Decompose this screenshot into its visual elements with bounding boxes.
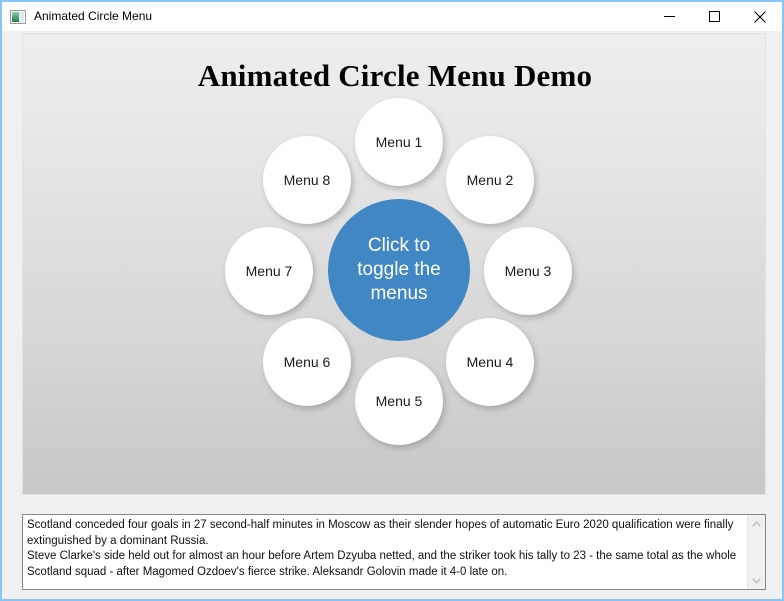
news-text-content[interactable]: Scotland conceded four goals in 27 secon…	[23, 515, 747, 589]
chevron-up-icon	[752, 520, 761, 527]
center-label-line-1: Click to	[367, 235, 431, 256]
center-label-line-2: toggle the	[357, 259, 441, 280]
close-icon	[753, 10, 766, 23]
scrollbar-track[interactable]	[748, 532, 765, 572]
menu-item-6[interactable]: Menu 6	[263, 318, 351, 406]
menu-item-5[interactable]: Menu 5	[355, 357, 443, 445]
circle-menu: Menu 1 Menu 2 Menu 3 Menu 4 Menu 5 Menu …	[23, 34, 765, 494]
menu-item-3[interactable]: Menu 3	[484, 227, 572, 315]
center-toggle-button[interactable]: Click to toggle the menus	[328, 199, 470, 341]
menu-item-7[interactable]: Menu 7	[225, 227, 313, 315]
app-window: Animated Circle Menu Animated Circle Men…	[0, 0, 784, 601]
chevron-down-icon	[752, 577, 761, 584]
app-window-icon	[10, 9, 26, 25]
menu-item-label: Menu 8	[283, 172, 331, 188]
menu-item-4[interactable]: Menu 4	[446, 318, 534, 406]
menu-item-1[interactable]: Menu 1	[355, 98, 443, 186]
center-label-line-3: menus	[370, 283, 428, 304]
menu-item-label: Menu 4	[466, 354, 514, 370]
minimize-icon	[664, 16, 675, 17]
menu-item-label: Menu 7	[245, 263, 293, 279]
minimize-button[interactable]	[647, 2, 692, 31]
menu-item-8[interactable]: Menu 8	[263, 136, 351, 224]
menu-item-label: Menu 2	[466, 172, 514, 188]
maximize-button[interactable]	[692, 2, 737, 31]
scroll-up-button[interactable]	[748, 515, 765, 532]
menu-item-2[interactable]: Menu 2	[446, 136, 534, 224]
scroll-down-button[interactable]	[748, 572, 765, 589]
news-textarea[interactable]: Scotland conceded four goals in 27 secon…	[22, 514, 766, 590]
demo-panel: Animated Circle Menu Demo Menu 1 Menu 2 …	[22, 33, 766, 495]
menu-item-label: Menu 6	[283, 354, 331, 370]
menu-item-label: Menu 3	[504, 263, 552, 279]
close-button[interactable]	[737, 2, 782, 31]
vertical-scrollbar[interactable]	[747, 515, 765, 589]
window-title: Animated Circle Menu	[34, 9, 153, 23]
menu-item-label: Menu 1	[375, 134, 423, 150]
title-bar: Animated Circle Menu	[2, 2, 782, 31]
menu-item-label: Menu 5	[375, 393, 423, 409]
maximize-icon	[709, 11, 720, 22]
